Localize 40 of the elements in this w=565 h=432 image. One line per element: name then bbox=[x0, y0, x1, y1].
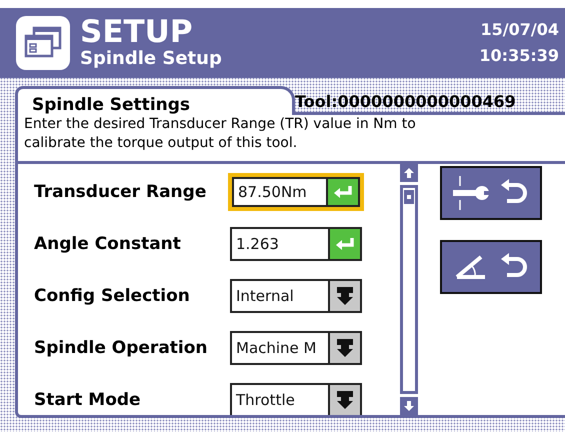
dropdown-button[interactable] bbox=[328, 281, 360, 311]
wrench-undo-button[interactable] bbox=[440, 166, 542, 220]
enter-button[interactable] bbox=[326, 179, 358, 205]
dropdown[interactable]: Internal bbox=[230, 279, 362, 313]
setting-label: Config Selection bbox=[33, 286, 191, 306]
windows-icon bbox=[16, 16, 70, 70]
scrollbar-thumb[interactable] bbox=[404, 190, 414, 204]
enter-icon bbox=[334, 236, 356, 252]
scroll-down-button[interactable] bbox=[400, 397, 418, 415]
setting-label: Start Mode bbox=[33, 390, 142, 410]
setting-label: Spindle Operation bbox=[33, 338, 209, 358]
panel-title: Spindle Settings bbox=[32, 95, 192, 115]
down-arrow-icon bbox=[336, 390, 354, 410]
setting-label: Transducer Range bbox=[33, 182, 208, 202]
up-arrow-icon bbox=[403, 167, 415, 179]
value-field[interactable]: 1.263 bbox=[232, 229, 328, 259]
tool-id: Tool:0000000000000469 bbox=[295, 92, 517, 112]
dropdown-button[interactable] bbox=[328, 385, 360, 415]
screen-title: SETUP bbox=[80, 16, 194, 48]
down-arrow-icon bbox=[336, 286, 354, 306]
down-arrow-icon bbox=[403, 400, 415, 412]
dropdown-button[interactable] bbox=[328, 333, 360, 363]
down-arrow-icon bbox=[336, 338, 354, 358]
enter-button[interactable] bbox=[328, 229, 360, 259]
value-input[interactable]: 1.263 bbox=[230, 227, 362, 261]
value-input[interactable]: 87.50Nm bbox=[228, 173, 364, 211]
dropdown[interactable]: Machine M bbox=[230, 331, 362, 365]
dropdown-value[interactable]: Machine M bbox=[232, 333, 328, 363]
time-text: 10:35:39 bbox=[479, 45, 559, 67]
value-field[interactable]: 87.50Nm bbox=[234, 179, 326, 205]
setting-label: Angle Constant bbox=[33, 234, 182, 254]
dropdown[interactable]: Throttle bbox=[230, 383, 362, 415]
enter-icon bbox=[332, 184, 354, 200]
date-text: 15/07/04 bbox=[480, 19, 559, 41]
angle-undo-button[interactable] bbox=[440, 240, 542, 294]
dropdown-value[interactable]: Throttle bbox=[232, 385, 328, 415]
screen-subtitle: Spindle Setup bbox=[80, 48, 223, 70]
panel-description: Enter the desired Transducer Range (TR) value in Nm to calibrate the torque output of this tool. bbox=[24, 115, 417, 153]
dropdown-value[interactable]: Internal bbox=[232, 281, 328, 311]
scroll-up-button[interactable] bbox=[400, 164, 418, 182]
